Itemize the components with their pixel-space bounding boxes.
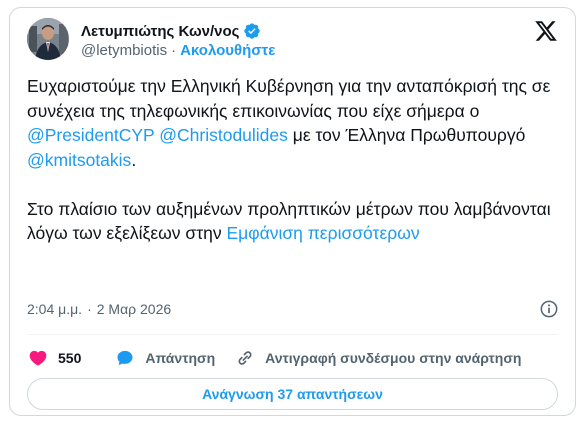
follow-button[interactable]: Ακολουθήστε: [180, 42, 275, 59]
tweet-card: Λετυμπιώτης Κων/νος @letymbiotis · Ακολουθ…: [9, 7, 576, 416]
timestamp-separator: ·: [87, 301, 92, 317]
reply-label: Απάντηση: [145, 350, 216, 366]
like-button[interactable]: 550: [28, 348, 81, 368]
avatar-photo: [27, 18, 69, 60]
author-name[interactable]: Λετυμπιώτης Κων/νος: [81, 22, 261, 40]
mention-link[interactable]: @PresidentCYP: [27, 125, 154, 145]
copy-link-button[interactable]: Αντιγραφή συνδέσμου στην ανάρτηση: [235, 348, 521, 368]
tweet-text-part: με τον Έλληνα Πρωθυπουργό: [287, 125, 526, 145]
read-replies-button[interactable]: Ανάγνωση 37 απαντήσεων: [27, 378, 558, 410]
tweet-actions: 550 Απάντηση Αντιγραφή συνδέσμου στην αν…: [28, 348, 521, 368]
tweet-date: 2 Μαρ 2026: [96, 301, 172, 317]
tweet-time: 2:04 μ.μ.: [27, 301, 83, 317]
divider: [27, 334, 558, 335]
info-icon[interactable]: [539, 299, 559, 319]
link-icon: [238, 351, 252, 365]
heart-icon: [29, 350, 47, 366]
speech-bubble-icon: [117, 350, 133, 366]
handle-separator: ·: [171, 42, 177, 59]
reply-button[interactable]: Απάντηση: [115, 348, 215, 368]
copy-link-label: Αντιγραφή συνδέσμου στην ανάρτηση: [265, 350, 522, 366]
verified-badge-icon: [243, 22, 261, 40]
tweet-text-part: .: [131, 149, 137, 170]
author-handle-row: @letymbiotis · Ακολουθήστε: [81, 42, 275, 59]
like-count: 550: [58, 350, 82, 366]
tweet-paragraph-1: Ευχαριστούμε την Ελληνική Κυβέρνηση για …: [27, 74, 557, 172]
mention-link[interactable]: @Christodulides: [159, 125, 288, 145]
tweet-text-part: Ευχαριστούμε την Ελληνική Κυβέρνηση για …: [27, 76, 551, 121]
show-more-link[interactable]: Εμφάνιση περισσότερων: [226, 223, 419, 243]
tweet-timestamp[interactable]: 2:04 μ.μ. · 2 Μαρ 2026: [27, 301, 171, 317]
avatar[interactable]: [27, 18, 69, 60]
tweet-paragraph-2: Στο πλαίσιο των αυξημένων προληπτικών μέ…: [27, 197, 557, 246]
mention-link[interactable]: @kmitsotakis: [27, 150, 131, 170]
read-replies-label: Ανάγνωση 37 απαντήσεων: [202, 386, 383, 402]
author-display-name: Λετυμπιώτης Κων/νος: [81, 22, 240, 40]
x-logo-icon[interactable]: [534, 19, 558, 43]
tweet-text: Ευχαριστούμε την Ελληνική Κυβέρνηση για …: [27, 74, 557, 246]
author-handle[interactable]: @letymbiotis: [81, 42, 167, 59]
